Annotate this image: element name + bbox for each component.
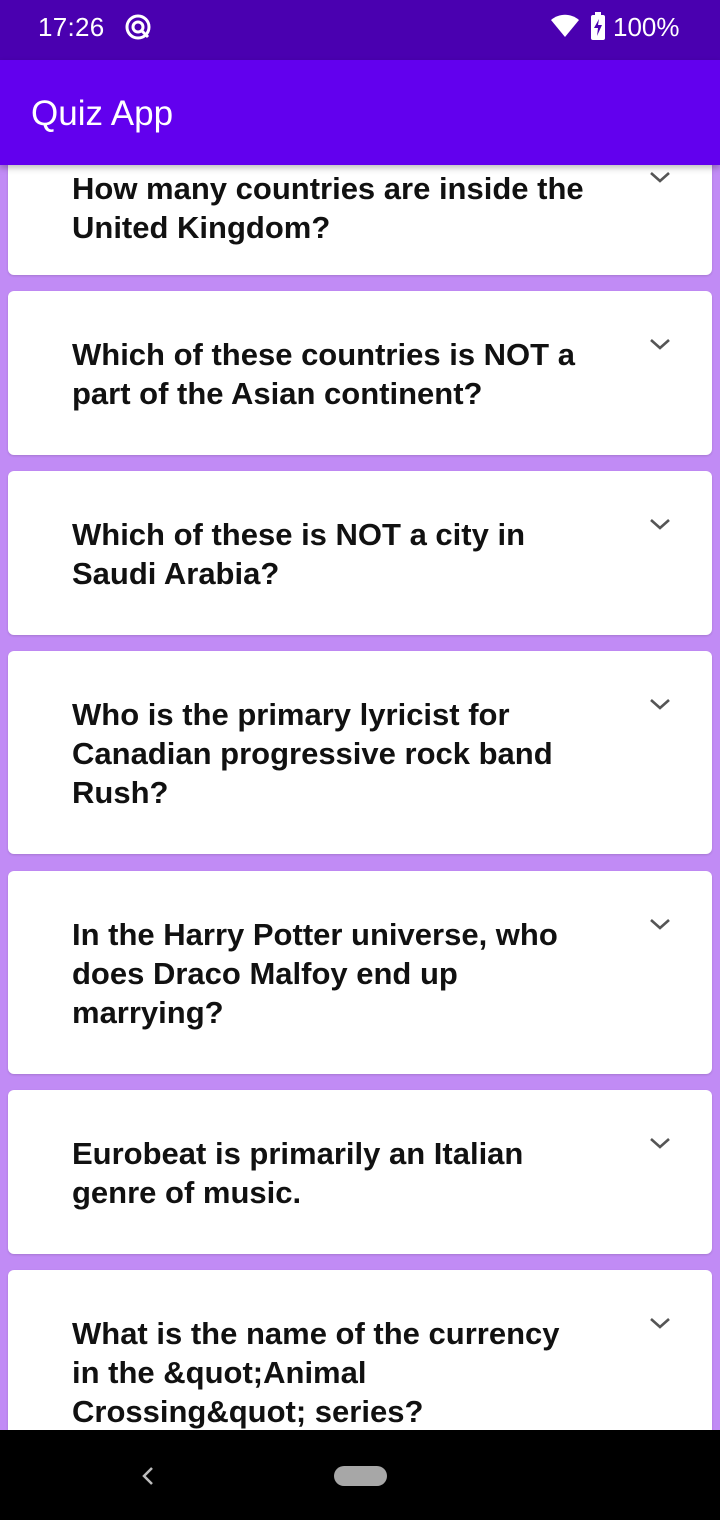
chevron-down-icon[interactable] (648, 916, 672, 932)
chevron-down-icon[interactable] (648, 516, 672, 532)
question-text: In the Harry Potter universe, who does D… (72, 917, 558, 1030)
page-title: Quiz App (31, 94, 174, 133)
question-text: Which of these countries is NOT a part o… (72, 337, 575, 411)
question-card[interactable]: Which of these is NOT a city in Saudi Ar… (8, 471, 712, 635)
question-text: Eurobeat is primarily an Italian genre o… (72, 1136, 524, 1210)
battery-percentage: 100% (613, 12, 680, 42)
battery-charging-icon (591, 12, 605, 40)
status-bar: 17:26 100% (0, 0, 720, 60)
question-list[interactable]: How many countries are inside the United… (0, 165, 720, 1430)
question-card[interactable]: How many countries are inside the United… (8, 165, 712, 275)
app-bar: Quiz App (0, 60, 720, 165)
chevron-down-icon[interactable] (648, 169, 672, 185)
chevron-down-icon[interactable] (648, 1135, 672, 1151)
question-text: Who is the primary lyricist for Canadian… (72, 697, 553, 810)
status-time: 17:26 (38, 12, 105, 42)
quiz-app-status-icon (125, 14, 151, 40)
chevron-down-icon[interactable] (648, 696, 672, 712)
question-text: How many countries are inside the United… (72, 171, 584, 245)
wifi-icon (551, 14, 579, 37)
home-pill-button[interactable] (334, 1466, 387, 1486)
chevron-down-icon[interactable] (648, 1315, 672, 1331)
question-text: Which of these is NOT a city in Saudi Ar… (72, 517, 526, 591)
question-card[interactable]: What is the name of the currency in the … (8, 1270, 712, 1430)
question-card[interactable]: Which of these countries is NOT a part o… (8, 291, 712, 455)
back-icon[interactable] (139, 1464, 157, 1488)
question-card[interactable]: In the Harry Potter universe, who does D… (8, 871, 712, 1074)
question-text: What is the name of the currency in the … (72, 1316, 560, 1429)
question-card[interactable]: Eurobeat is primarily an Italian genre o… (8, 1090, 712, 1254)
question-card[interactable]: Who is the primary lyricist for Canadian… (8, 651, 712, 854)
chevron-down-icon[interactable] (648, 336, 672, 352)
